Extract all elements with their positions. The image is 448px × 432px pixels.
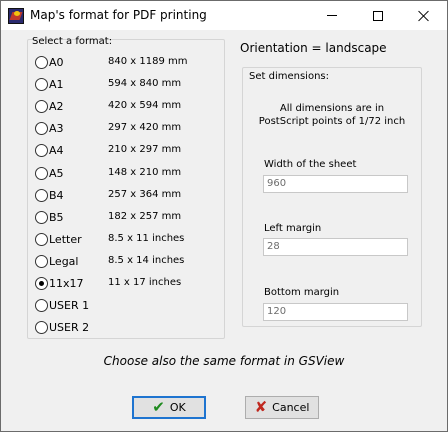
dialog-client-area: Select a format: A0 840 x 1189 mm A1 594 x … (1, 30, 447, 431)
dialog-window: Map's format for PDF printing Select a f… (0, 0, 448, 432)
format-option-a3[interactable]: A3 (35, 120, 64, 136)
width-field[interactable]: 960 (263, 175, 408, 193)
format-dimensions: 182 x 257 mm (108, 211, 182, 222)
format-option-label: B4 (49, 188, 64, 202)
bottom-margin-label: Bottom margin (264, 287, 340, 298)
format-option-label: A0 (49, 55, 64, 69)
gsview-note: Choose also the same format in GSView (103, 354, 345, 368)
window-title: Map's format for PDF printing (30, 8, 207, 22)
radio-button[interactable] (35, 188, 48, 202)
radio-button[interactable] (35, 143, 48, 157)
format-option-letter[interactable]: Letter (35, 231, 82, 247)
dimensions-note-line2: PostScript points of 1/72 inch (258, 116, 406, 127)
format-option-a1[interactable]: A1 (35, 76, 64, 92)
x-icon: ✘ (254, 398, 268, 416)
format-dimensions: 840 x 1189 mm (108, 56, 188, 67)
orientation-label: Orientation = landscape (240, 41, 387, 55)
close-icon (418, 10, 430, 22)
format-dimensions: 594 x 840 mm (108, 78, 182, 89)
radio-button[interactable] (35, 254, 48, 268)
dimensions-note-line1: All dimensions are in (279, 103, 385, 114)
radio-button[interactable] (35, 166, 48, 180)
format-option-b5[interactable]: B5 (35, 209, 64, 225)
checkmark-icon: ✔ (152, 398, 165, 416)
radio-button[interactable] (35, 320, 48, 334)
radio-button[interactable] (35, 276, 48, 290)
format-option-user-1[interactable]: USER 1 (35, 297, 89, 313)
format-option-11x17[interactable]: 11x17 (35, 275, 84, 291)
maximize-icon (373, 10, 383, 21)
format-option-user-2[interactable]: USER 2 (35, 319, 89, 335)
format-option-label: A4 (49, 143, 64, 157)
format-dimensions: 257 x 364 mm (108, 189, 182, 200)
format-option-label: B5 (49, 210, 64, 224)
dimensions-group-title: Set dimensions: (249, 71, 329, 82)
format-option-label: Legal (49, 254, 79, 268)
format-group-title: Select a format: (32, 36, 113, 47)
format-option-label: Letter (49, 232, 82, 246)
radio-button[interactable] (35, 99, 48, 113)
radio-button[interactable] (35, 121, 48, 135)
format-dimensions: 148 x 210 mm (108, 167, 182, 178)
left-margin-field[interactable]: 28 (263, 238, 408, 256)
radio-button[interactable] (35, 77, 48, 91)
maximize-button[interactable] (355, 1, 401, 30)
dimensions-note: All dimensions are in PostScript points … (247, 102, 417, 128)
radio-button[interactable] (35, 210, 48, 224)
format-option-label: USER 2 (49, 320, 90, 334)
format-option-a2[interactable]: A2 (35, 98, 64, 114)
format-option-label: 11x17 (49, 276, 84, 290)
format-option-a4[interactable]: A4 (35, 142, 64, 158)
close-button[interactable] (401, 1, 447, 30)
title-bar[interactable]: Map's format for PDF printing (1, 1, 447, 30)
radio-button[interactable] (35, 298, 48, 312)
format-option-label: A5 (49, 166, 64, 180)
app-map-icon[interactable] (8, 8, 24, 24)
bottom-margin-field[interactable]: 120 (263, 303, 408, 321)
format-dimensions: 297 x 420 mm (108, 122, 182, 133)
format-dimensions: 210 x 297 mm (108, 144, 182, 155)
ok-button[interactable]: ✔ OK (132, 396, 206, 419)
ok-label: OK (169, 401, 186, 414)
format-dimensions: 8.5 x 11 inches (108, 233, 185, 244)
width-label: Width of the sheet (264, 159, 357, 170)
format-option-a5[interactable]: A5 (35, 165, 64, 181)
format-option-b4[interactable]: B4 (35, 187, 64, 203)
format-option-label: A3 (49, 121, 64, 135)
format-option-label: A1 (49, 77, 64, 91)
cancel-label: Cancel (272, 401, 310, 414)
left-margin-label: Left margin (264, 223, 322, 234)
minimize-icon (327, 15, 337, 16)
format-option-legal[interactable]: Legal (35, 253, 78, 269)
format-dimensions: 11 x 17 inches (108, 277, 182, 288)
minimize-button[interactable] (309, 1, 355, 30)
format-dimensions: 8.5 x 14 inches (108, 255, 185, 266)
format-option-label: USER 1 (49, 298, 90, 312)
format-option-a0[interactable]: A0 (35, 54, 64, 70)
radio-button[interactable] (35, 55, 48, 69)
cancel-button[interactable]: ✘ Cancel (245, 396, 319, 419)
format-option-label: A2 (49, 99, 64, 113)
radio-button[interactable] (35, 232, 48, 246)
format-dimensions: 420 x 594 mm (108, 100, 182, 111)
